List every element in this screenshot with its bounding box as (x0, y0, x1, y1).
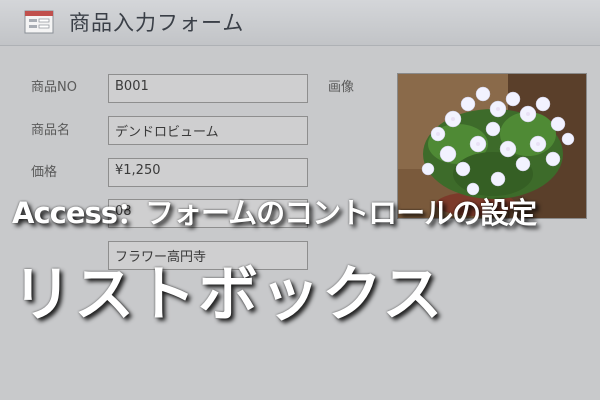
form-icon (24, 10, 54, 34)
product-name-field[interactable]: デンドロビューム (108, 116, 308, 145)
price-field[interactable]: ¥1,250 (108, 158, 308, 187)
overlay-title: リストボックス (12, 260, 445, 330)
title-bar: 商品入力フォーム (0, 0, 600, 46)
label-price: 価格 (31, 165, 58, 180)
label-image: 画像 (328, 80, 355, 95)
window-title: 商品入力フォーム (69, 11, 245, 35)
label-product-no: 商品NO (31, 80, 77, 95)
label-product-name: 商品名 (31, 123, 71, 138)
overlay-subtitle: Access：フォームのコントロールの設定 (12, 196, 537, 230)
product-no-field[interactable]: B001 (108, 74, 308, 103)
